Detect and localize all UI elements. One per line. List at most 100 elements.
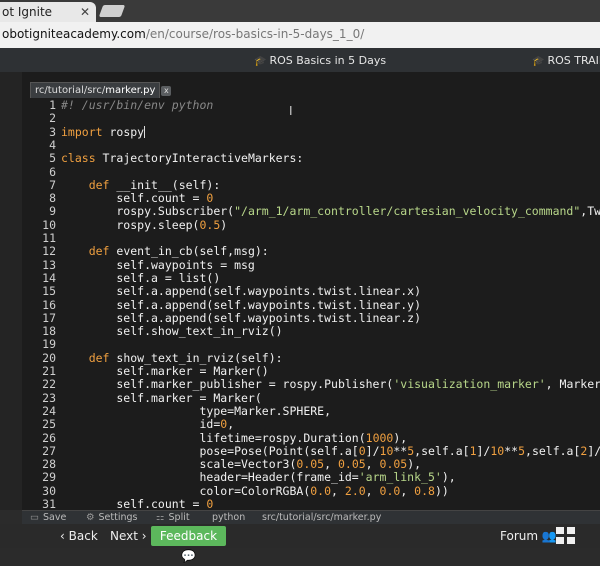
code-line[interactable]: 18 self.show_text_in_rviz() xyxy=(22,324,600,338)
code-editor[interactable]: rc/tutorial/src/marker.py x 1 #! /usr/bin/… xyxy=(22,72,600,510)
code-line[interactable]: 11 xyxy=(22,231,600,245)
line-number: 7 xyxy=(49,177,56,192)
split-icon: ⚏ xyxy=(156,512,165,523)
code-line[interactable]: 24 type=Marker.SPHERE, xyxy=(22,403,600,418)
code-text: class TrajectoryInteractiveMarkers: xyxy=(61,151,304,166)
text-cursor-icon: I xyxy=(289,104,293,118)
code-line[interactable]: 28 scale=Vector3(0.05, 0.05, 0.05), xyxy=(22,457,600,472)
ros-training-link[interactable]: 🎓ROS TRAININ xyxy=(532,54,600,67)
code-line[interactable]: 25 id=0, xyxy=(22,417,600,431)
editor-status-bar: ▭ Save ⚙ Settings ⚏ Split python src/tutori… xyxy=(22,510,600,525)
line-number: 15 xyxy=(42,284,56,299)
line-number: 17 xyxy=(42,310,56,325)
code-text: def event_in_cb(self,msg): xyxy=(88,244,269,259)
line-number: 3 xyxy=(49,124,56,139)
code-line[interactable]: 4 xyxy=(22,138,600,152)
code-line[interactable]: 5 class TrajectoryInteractiveMarkers: xyxy=(22,151,600,166)
code-line[interactable]: 3 import rospy xyxy=(22,124,600,139)
line-number: 8 xyxy=(49,191,56,206)
line-number: 23 xyxy=(42,390,56,405)
line-number: 29 xyxy=(42,470,56,485)
line-number: 20 xyxy=(42,350,56,365)
code-line[interactable]: 30 color=ColorRGBA(0.0, 2.0, 0.0, 0.8)) xyxy=(22,483,600,498)
settings-button[interactable]: ⚙ Settings xyxy=(86,512,138,523)
code-line[interactable]: 14 self.a = list() xyxy=(22,270,600,285)
code-text: self.marker = Marker() xyxy=(61,364,269,378)
bottom-navigation: ‹ Back Next › Feedback 💬 Forum 👥 xyxy=(0,524,600,563)
line-number: 11 xyxy=(42,231,56,245)
forum-button[interactable]: Forum 👥 xyxy=(500,529,557,543)
url-path: /en/course/ros-basics-in-5-days_1_0/ xyxy=(145,27,365,41)
line-number: 12 xyxy=(42,244,56,259)
split-button[interactable]: ⚏ Split xyxy=(156,512,190,523)
save-label: Save xyxy=(42,512,67,523)
code-line[interactable]: 29 header=Header(frame_id='arm_link_5'), xyxy=(22,470,600,485)
code-line[interactable]: 6 xyxy=(22,165,600,179)
course-header: 🎓ROS Basics in 5 Days 🎓ROS TRAININ xyxy=(0,48,600,73)
code-line[interactable]: 21 self.marker = Marker() xyxy=(22,364,600,378)
code-line[interactable]: 22 self.marker_publisher = rospy.Publish… xyxy=(22,377,600,391)
line-number: 24 xyxy=(42,403,56,418)
language-mode[interactable]: python xyxy=(212,512,245,523)
code-text: pose=Pose(Point(self.a[0]/10**5,self.a[1… xyxy=(61,443,600,458)
code-text: self.a.append(self.waypoints.twist.linea… xyxy=(61,284,422,299)
grid-menu-icon[interactable] xyxy=(556,527,576,545)
tab-close-icon[interactable]: ✕ xyxy=(80,2,90,22)
close-icon[interactable]: x xyxy=(161,86,172,96)
code-line[interactable]: 26 lifetime=rospy.Duration(1000), xyxy=(22,431,600,445)
address-bar[interactable]: obotigniteacademy.com/en/course/ros-basi… xyxy=(0,22,600,49)
course-title[interactable]: 🎓 ROS Basics in 5 Days xyxy=(254,54,386,67)
new-tab-button[interactable] xyxy=(98,5,126,17)
line-number: 16 xyxy=(42,297,56,312)
chevron-left-icon: ‹ xyxy=(60,529,65,543)
feedback-button[interactable]: Feedback 💬 xyxy=(151,526,226,563)
gear-icon: ⚙ xyxy=(86,512,95,523)
editor-tab-file: marker.py xyxy=(105,85,156,96)
next-button[interactable]: Next › xyxy=(110,529,147,543)
code-text: color=ColorRGBA(0.0, 2.0, 0.0, 0.8)) xyxy=(61,483,449,498)
code-line[interactable]: 23 self.marker = Marker( xyxy=(22,390,600,405)
line-number: 14 xyxy=(42,270,56,285)
url-text[interactable]: obotigniteacademy.com/en/course/ros-basi… xyxy=(2,27,364,41)
code-line[interactable]: 9 rospy.Subscriber("/arm_1/arm_controlle… xyxy=(22,205,600,219)
graduation-cap-icon: 🎓 xyxy=(254,56,267,67)
code-line[interactable]: 27 pose=Pose(Point(self.a[0]/10**5,self.… xyxy=(22,443,600,458)
code-line[interactable]: 13 self.waypoints = msg xyxy=(22,257,600,272)
code-line[interactable]: 2 xyxy=(22,111,600,125)
code-text: header=Header(frame_id='arm_link_5'), xyxy=(61,470,456,485)
code-line[interactable]: 20 def show_text_in_rviz(self): xyxy=(22,350,600,365)
code-line[interactable]: 1 #! /usr/bin/env python xyxy=(22,99,600,112)
back-button[interactable]: ‹ Back xyxy=(60,529,98,543)
editor-tab-path: rc/tutorial/src/ xyxy=(35,85,106,96)
code-line[interactable]: 12 def event_in_cb(self,msg): xyxy=(22,244,600,259)
line-number: 10 xyxy=(42,217,56,232)
code-line[interactable]: 8 self.count = 0 xyxy=(22,191,600,206)
line-number: 19 xyxy=(42,337,56,352)
code-line[interactable]: 7 def __init__(self): xyxy=(22,177,600,192)
browser-tabstrip: ot Ignite ✕ xyxy=(0,0,600,22)
code-text: self.marker = Marker( xyxy=(61,390,262,405)
line-number: 1 xyxy=(49,99,56,112)
line-number: 30 xyxy=(42,483,56,498)
code-text: import rospy xyxy=(61,124,146,139)
users-icon: 👥 xyxy=(541,529,557,543)
save-button[interactable]: ▭ Save xyxy=(30,512,66,523)
code-text: self.count = 0 xyxy=(61,497,214,510)
code-text: #! /usr/bin/env python xyxy=(61,99,214,112)
code-line[interactable]: 17 self.a.append(self.waypoints.twist.li… xyxy=(22,310,600,325)
code-line[interactable]: 10 rospy.sleep(0.5) xyxy=(22,217,600,232)
code-line[interactable]: 16 self.a.append(self.waypoints.twist.li… xyxy=(22,297,600,312)
code-line[interactable]: 19 xyxy=(22,337,600,352)
code-area[interactable]: 1 #! /usr/bin/env python 2 3 import rospy 4 5 c… xyxy=(22,99,600,510)
code-text: self.a.append(self.waypoints.twist.linea… xyxy=(61,310,422,325)
editor-file-tab[interactable]: rc/tutorial/src/marker.py x xyxy=(30,82,172,98)
browser-tab[interactable]: ot Ignite ✕ xyxy=(0,2,96,22)
forum-label: Forum xyxy=(500,529,539,543)
chat-bubble-icon: 💬 xyxy=(181,549,196,563)
code-line[interactable]: 15 self.a.append(self.waypoints.twist.li… xyxy=(22,284,600,299)
left-panel-edge xyxy=(0,72,22,510)
ros-training-label: ROS TRAININ xyxy=(547,54,600,67)
line-number: 28 xyxy=(42,457,56,472)
line-number: 13 xyxy=(42,257,56,272)
code-line[interactable]: 31 self.count = 0 xyxy=(22,497,600,510)
